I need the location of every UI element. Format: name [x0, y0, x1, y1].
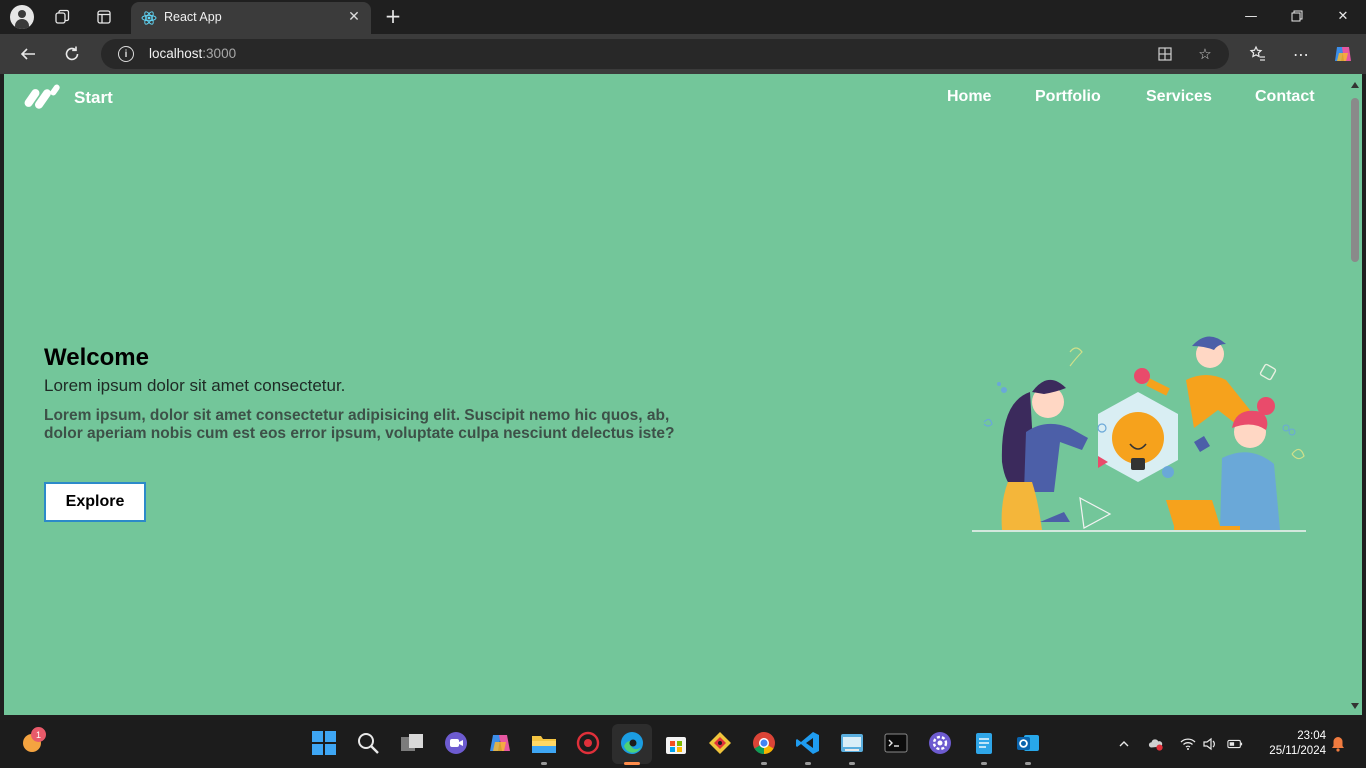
notepad-icon[interactable]	[971, 730, 997, 756]
restore-icon[interactable]	[1287, 6, 1307, 26]
notification-bell-icon[interactable]	[1330, 736, 1346, 752]
hero-subtitle: Lorem ipsum dolor sit amet consectetur.	[44, 376, 346, 395]
clock-date: 25/11/2024	[1269, 745, 1326, 757]
hero-description: Lorem ipsum, dolor sit amet consectetur …	[44, 407, 675, 442]
battery-icon[interactable]	[1227, 736, 1243, 752]
volume-icon[interactable]	[1202, 736, 1218, 752]
more-options-icon[interactable]: ⋯	[1290, 43, 1312, 65]
search-icon[interactable]	[355, 730, 381, 756]
chrome-icon[interactable]	[751, 730, 777, 756]
system-clock[interactable]: 23:04 25/11/2024	[1256, 729, 1326, 759]
site-info-icon[interactable]: i	[118, 46, 134, 62]
tab-title: React App	[164, 10, 222, 24]
gear-app-icon[interactable]	[927, 730, 953, 756]
react-logo-icon	[141, 11, 157, 25]
app-available-icon[interactable]	[1155, 44, 1175, 64]
windows-taskbar: 1 23:04 25/11/2024	[0, 720, 1366, 768]
nav-home-link[interactable]: Home	[947, 88, 991, 106]
copilot-app-icon[interactable]	[487, 730, 513, 756]
chrome-running-dot	[761, 762, 767, 765]
url-text[interactable]: localhost:3000	[149, 46, 236, 61]
tab-react-app[interactable]: React App ✕	[131, 2, 371, 34]
scroll-up-icon[interactable]	[1351, 82, 1359, 88]
profile-avatar-icon[interactable]	[10, 5, 34, 29]
browser-titlebar: React App ✕ + — ✕	[0, 0, 1366, 34]
tab-close-icon[interactable]: ✕	[345, 8, 363, 26]
scroll-thumb[interactable]	[1351, 98, 1359, 262]
address-bar[interactable]: i localhost:3000 ☆	[101, 39, 1229, 69]
store-icon[interactable]	[663, 730, 689, 756]
favorite-star-icon[interactable]: ☆	[1195, 44, 1215, 64]
vscode-icon[interactable]	[795, 730, 821, 756]
minimize-icon[interactable]: —	[1241, 6, 1261, 26]
edge-browser-icon[interactable]	[619, 730, 645, 756]
team-idea-illustration	[972, 336, 1306, 532]
explorer-running-dot	[541, 762, 547, 765]
nav-services-link[interactable]: Services	[1146, 88, 1212, 106]
page-viewport: Start Home Portfolio Services Contact We…	[4, 74, 1348, 715]
browser-toolbar: i localhost:3000 ☆ ⋯	[0, 34, 1366, 74]
favorites-icon[interactable]	[1247, 43, 1269, 65]
clock-time: 23:04	[1297, 730, 1326, 742]
red-app-icon[interactable]	[575, 730, 601, 756]
task-view-icon[interactable]	[399, 730, 425, 756]
vertical-tabs-icon[interactable]	[93, 7, 115, 27]
wifi-icon[interactable]	[1180, 736, 1196, 752]
back-icon[interactable]	[17, 43, 39, 65]
terminal-icon[interactable]	[883, 730, 909, 756]
outlook-running-dot	[1025, 762, 1031, 765]
close-window-icon[interactable]: ✕	[1333, 6, 1353, 26]
weather-badge: 1	[31, 727, 46, 742]
copilot-icon[interactable]	[1332, 43, 1354, 65]
vscode-running-dot	[805, 762, 811, 765]
refresh-icon[interactable]	[61, 43, 83, 65]
scroll-down-icon[interactable]	[1351, 703, 1359, 709]
drive-running-dot	[849, 762, 855, 765]
brand-logo-icon[interactable]	[22, 82, 66, 114]
windows-start-icon[interactable]	[311, 730, 337, 756]
edge-active-indicator	[624, 762, 640, 765]
new-tab-icon[interactable]: +	[382, 4, 404, 28]
file-explorer-icon[interactable]	[531, 730, 557, 756]
git-app-icon[interactable]	[707, 730, 733, 756]
nav-portfolio-link[interactable]: Portfolio	[1035, 88, 1101, 106]
nav-contact-link[interactable]: Contact	[1255, 88, 1315, 106]
meet-icon[interactable]	[443, 730, 469, 756]
show-hidden-icons-chevron-icon[interactable]	[1116, 736, 1132, 752]
notepad-running-dot	[981, 762, 987, 765]
onedrive-error-icon[interactable]	[1148, 736, 1164, 752]
page-scrollbar[interactable]	[1348, 74, 1362, 715]
brand-name[interactable]: Start	[74, 88, 113, 108]
hero-title: Welcome	[44, 344, 149, 371]
outlook-icon[interactable]	[1015, 730, 1041, 756]
drive-app-icon[interactable]	[839, 730, 865, 756]
explore-button[interactable]: Explore	[44, 482, 146, 522]
workspaces-icon[interactable]	[51, 7, 73, 27]
